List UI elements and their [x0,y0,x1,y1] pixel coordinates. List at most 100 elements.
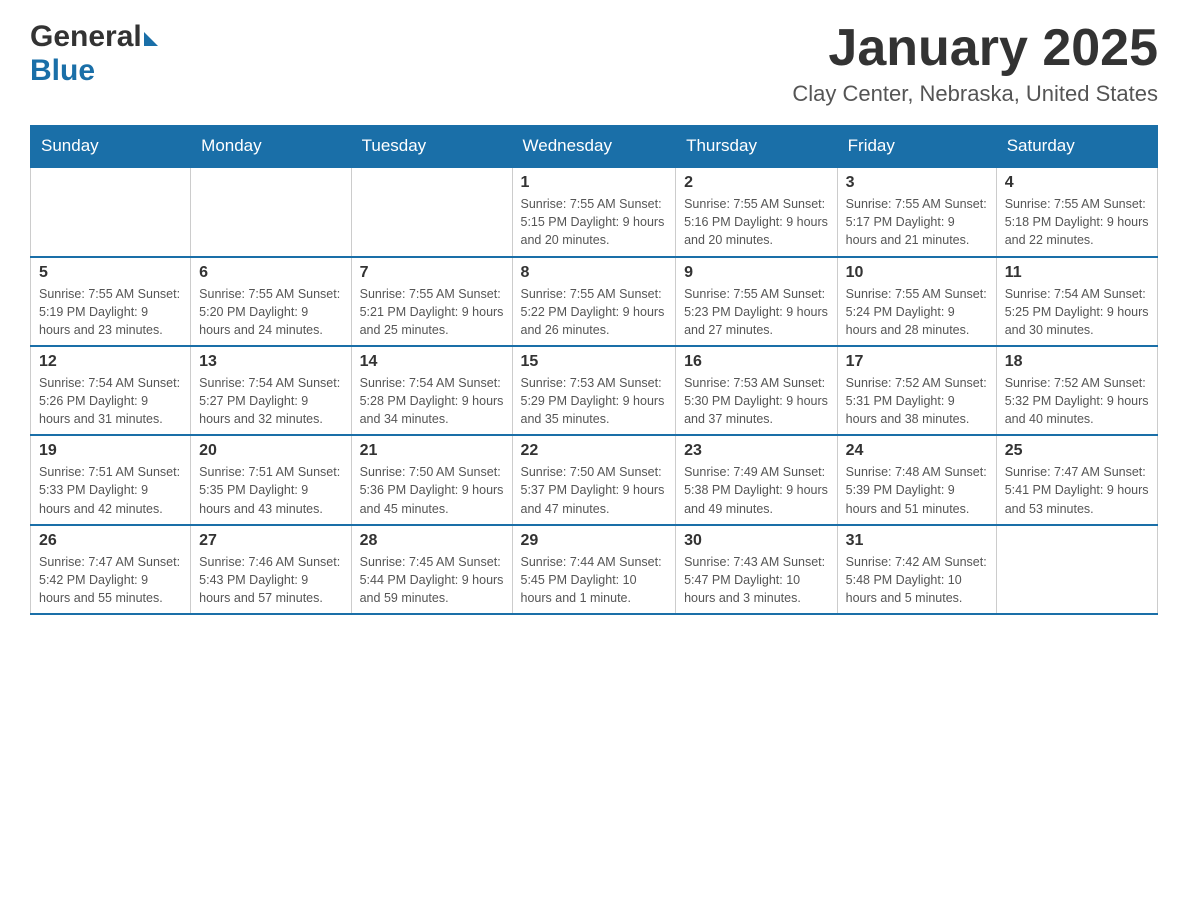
calendar-cell: 15 Sunrise: 7:53 AM Sunset: 5:29 PM Dayli… [512,346,676,435]
day-number: 5 [39,264,182,282]
weekday-header-sunday: Sunday [31,126,191,168]
calendar-cell: 17 Sunrise: 7:52 AM Sunset: 5:31 PM Dayli… [837,346,996,435]
day-number: 14 [360,353,504,371]
day-number: 23 [684,442,829,460]
calendar-cell: 11Sunrise: 7:54 AM Sunset: 5:25 PM Dayli… [996,257,1157,346]
day-info: Sunrise: 7:51 AM Sunset: 5:33 PM Dayligh… [39,463,182,517]
day-number: 1 [521,174,668,192]
day-number: 8 [521,264,668,282]
calendar-cell: 1 Sunrise: 7:55 AM Sunset: 5:15 PM Daylig… [512,167,676,256]
day-info: Sunrise: 7:48 AM Sunset: 5:39 PM Dayligh… [846,463,988,517]
calendar-week-2: 5 Sunrise: 7:55 AM Sunset: 5:19 PM Daylig… [31,257,1158,346]
weekday-header-wednesday: Wednesday [512,126,676,168]
logo: General Blue [30,20,158,88]
calendar-cell: 21Sunrise: 7:50 AM Sunset: 5:36 PM Dayli… [351,435,512,524]
day-info: Sunrise: 7:52 AM Sunset: 5:31 PM Dayligh… [846,374,988,428]
calendar-cell: 27Sunrise: 7:46 AM Sunset: 5:43 PM Dayli… [191,525,351,614]
calendar-title: January 2025 [792,20,1158,77]
day-info: Sunrise: 7:54 AM Sunset: 5:26 PM Dayligh… [39,374,182,428]
day-number: 2 [684,174,829,192]
day-info: Sunrise: 7:55 AM Sunset: 5:17 PM Dayligh… [846,195,988,249]
calendar-cell: 19Sunrise: 7:51 AM Sunset: 5:33 PM Dayli… [31,435,191,524]
calendar-cell: 20 Sunrise: 7:51 AM Sunset: 5:35 PM Dayli… [191,435,351,524]
logo-arrow-icon [144,32,158,46]
day-info: Sunrise: 7:55 AM Sunset: 5:16 PM Dayligh… [684,195,829,249]
calendar-cell: 7 Sunrise: 7:55 AM Sunset: 5:21 PM Daylig… [351,257,512,346]
day-info: Sunrise: 7:55 AM Sunset: 5:22 PM Dayligh… [521,285,668,339]
day-info: Sunrise: 7:44 AM Sunset: 5:45 PM Dayligh… [521,553,668,607]
day-number: 6 [199,264,342,282]
weekday-header-monday: Monday [191,126,351,168]
day-number: 26 [39,532,182,550]
logo-blue-text: Blue [30,54,95,88]
day-info: Sunrise: 7:45 AM Sunset: 5:44 PM Dayligh… [360,553,504,607]
calendar-cell [31,167,191,256]
calendar-cell: 12 Sunrise: 7:54 AM Sunset: 5:26 PM Dayli… [31,346,191,435]
day-number: 7 [360,264,504,282]
day-info: Sunrise: 7:54 AM Sunset: 5:25 PM Dayligh… [1005,285,1149,339]
calendar-cell: 24 Sunrise: 7:48 AM Sunset: 5:39 PM Dayli… [837,435,996,524]
calendar-cell: 30 Sunrise: 7:43 AM Sunset: 5:47 PM Dayli… [676,525,838,614]
day-number: 21 [360,442,504,460]
day-number: 13 [199,353,342,371]
day-number: 28 [360,532,504,550]
day-info: Sunrise: 7:51 AM Sunset: 5:35 PM Dayligh… [199,463,342,517]
day-number: 4 [1005,174,1149,192]
calendar-cell: 14 Sunrise: 7:54 AM Sunset: 5:28 PM Dayli… [351,346,512,435]
day-info: Sunrise: 7:52 AM Sunset: 5:32 PM Dayligh… [1005,374,1149,428]
calendar-cell: 29 Sunrise: 7:44 AM Sunset: 5:45 PM Dayli… [512,525,676,614]
calendar-cell: 13Sunrise: 7:54 AM Sunset: 5:27 PM Dayli… [191,346,351,435]
calendar-cell: 25 Sunrise: 7:47 AM Sunset: 5:41 PM Dayli… [996,435,1157,524]
day-info: Sunrise: 7:47 AM Sunset: 5:42 PM Dayligh… [39,553,182,607]
day-number: 25 [1005,442,1149,460]
logo-general-text: General [30,20,142,54]
day-number: 15 [521,353,668,371]
day-info: Sunrise: 7:54 AM Sunset: 5:28 PM Dayligh… [360,374,504,428]
calendar-table: SundayMondayTuesdayWednesdayThursdayFrid… [30,125,1158,615]
calendar-location: Clay Center, Nebraska, United States [792,81,1158,107]
day-number: 17 [846,353,988,371]
day-info: Sunrise: 7:50 AM Sunset: 5:37 PM Dayligh… [521,463,668,517]
day-info: Sunrise: 7:55 AM Sunset: 5:19 PM Dayligh… [39,285,182,339]
day-number: 20 [199,442,342,460]
weekday-header-row: SundayMondayTuesdayWednesdayThursdayFrid… [31,126,1158,168]
calendar-week-3: 12 Sunrise: 7:54 AM Sunset: 5:26 PM Dayli… [31,346,1158,435]
day-info: Sunrise: 7:55 AM Sunset: 5:15 PM Dayligh… [521,195,668,249]
calendar-cell: 2 Sunrise: 7:55 AM Sunset: 5:16 PM Daylig… [676,167,838,256]
day-info: Sunrise: 7:47 AM Sunset: 5:41 PM Dayligh… [1005,463,1149,517]
day-number: 30 [684,532,829,550]
day-number: 16 [684,353,829,371]
calendar-cell: 16 Sunrise: 7:53 AM Sunset: 5:30 PM Dayli… [676,346,838,435]
day-info: Sunrise: 7:43 AM Sunset: 5:47 PM Dayligh… [684,553,829,607]
day-info: Sunrise: 7:55 AM Sunset: 5:24 PM Dayligh… [846,285,988,339]
calendar-week-4: 19Sunrise: 7:51 AM Sunset: 5:33 PM Dayli… [31,435,1158,524]
day-number: 24 [846,442,988,460]
calendar-cell: 28 Sunrise: 7:45 AM Sunset: 5:44 PM Dayli… [351,525,512,614]
day-info: Sunrise: 7:53 AM Sunset: 5:29 PM Dayligh… [521,374,668,428]
page-header: General Blue January 2025 Clay Center, N… [30,20,1158,107]
calendar-cell: 22 Sunrise: 7:50 AM Sunset: 5:37 PM Dayli… [512,435,676,524]
calendar-cell: 5 Sunrise: 7:55 AM Sunset: 5:19 PM Daylig… [31,257,191,346]
day-info: Sunrise: 7:55 AM Sunset: 5:21 PM Dayligh… [360,285,504,339]
day-number: 29 [521,532,668,550]
calendar-cell: 26 Sunrise: 7:47 AM Sunset: 5:42 PM Dayli… [31,525,191,614]
day-number: 12 [39,353,182,371]
day-info: Sunrise: 7:53 AM Sunset: 5:30 PM Dayligh… [684,374,829,428]
day-number: 18 [1005,353,1149,371]
calendar-cell [996,525,1157,614]
day-info: Sunrise: 7:55 AM Sunset: 5:23 PM Dayligh… [684,285,829,339]
day-number: 10 [846,264,988,282]
title-block: January 2025 Clay Center, Nebraska, Unit… [792,20,1158,107]
calendar-cell: 3 Sunrise: 7:55 AM Sunset: 5:17 PM Daylig… [837,167,996,256]
day-number: 3 [846,174,988,192]
day-number: 22 [521,442,668,460]
calendar-cell: 23Sunrise: 7:49 AM Sunset: 5:38 PM Dayli… [676,435,838,524]
weekday-header-friday: Friday [837,126,996,168]
calendar-cell [191,167,351,256]
weekday-header-thursday: Thursday [676,126,838,168]
calendar-cell: 18 Sunrise: 7:52 AM Sunset: 5:32 PM Dayli… [996,346,1157,435]
day-number: 27 [199,532,342,550]
weekday-header-tuesday: Tuesday [351,126,512,168]
calendar-cell: 4Sunrise: 7:55 AM Sunset: 5:18 PM Daylig… [996,167,1157,256]
calendar-cell [351,167,512,256]
